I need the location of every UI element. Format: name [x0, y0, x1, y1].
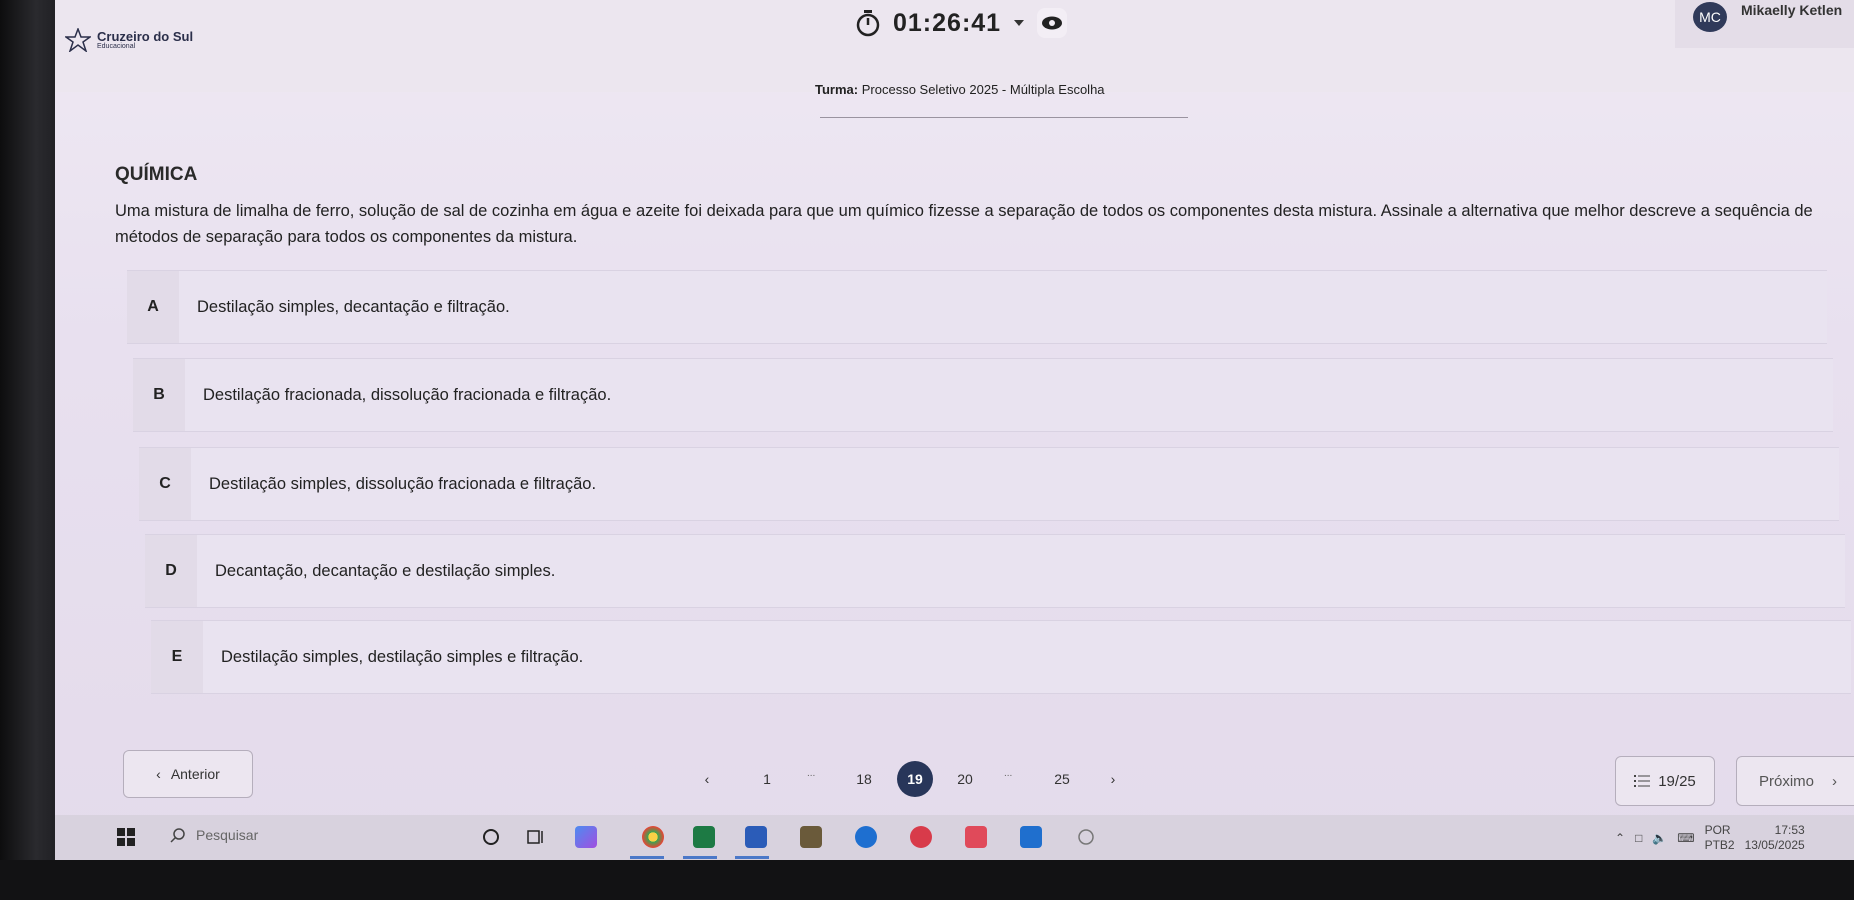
word-icon[interactable]	[745, 826, 767, 848]
page-button[interactable]: 1	[749, 761, 785, 797]
monitor-bezel-bottom	[0, 860, 1854, 900]
monitor-bezel-left	[0, 0, 60, 900]
app-icon[interactable]	[965, 826, 987, 848]
active-app-indicator	[735, 856, 769, 859]
clock-date: 13/05/2025	[1744, 838, 1805, 852]
option-letter: E	[151, 621, 203, 693]
option-e[interactable]: E Destilação simples, destilação simples…	[151, 620, 1851, 694]
option-text: Destilação simples, dissolução fracionad…	[209, 474, 597, 493]
chevron-right-icon: ›	[1832, 772, 1838, 790]
copilot-icon[interactable]	[575, 826, 597, 848]
outlook-icon[interactable]	[1020, 826, 1042, 848]
subject-title: QUÍMICA	[115, 164, 198, 185]
system-tray: ⌃ □ 🔈 ⌨ POR PTB2 17:53 13/05/2025	[1615, 823, 1805, 853]
clock-app-icon[interactable]	[1075, 826, 1097, 848]
previous-label: Anterior	[170, 766, 220, 782]
eye-toggle-button[interactable]	[1037, 8, 1068, 38]
previous-button[interactable]: ‹ Anterior	[123, 750, 253, 798]
page-next-arrow[interactable]: ›	[1095, 761, 1131, 797]
page-button-current[interactable]: 19	[897, 761, 933, 797]
header: Cruzeiro do Sul Educacional 01:26:41 MC …	[55, 0, 1854, 118]
language-indicator[interactable]: POR PTB2	[1705, 823, 1735, 853]
divider	[820, 117, 1188, 118]
option-text: Destilação fracionada, dissolução fracio…	[203, 385, 612, 404]
counter-value: 19/25	[1658, 772, 1696, 790]
chevron-down-icon[interactable]	[1013, 18, 1025, 28]
logo-subtitle: Educacional	[97, 42, 136, 50]
chevron-left-icon: ‹	[704, 771, 710, 787]
active-app-indicator	[630, 856, 664, 859]
network-icon[interactable]: □	[1635, 831, 1642, 845]
next-label: Próximo	[1759, 772, 1815, 790]
app-icon[interactable]	[910, 826, 932, 848]
turma-label: Turma:	[815, 82, 859, 97]
language-top: POR	[1704, 823, 1731, 837]
list-icon	[1634, 775, 1651, 787]
question-text: Uma mistura de limalha de ferro, solução…	[115, 202, 1813, 246]
taskbar-search[interactable]: Pesquisar	[170, 827, 258, 843]
chevron-left-icon: ‹	[156, 766, 161, 782]
option-text: Decantação, decantação e destilação simp…	[215, 561, 556, 580]
user-name: Mikaelly Ketlen	[1741, 2, 1843, 18]
page-prev-arrow[interactable]: ‹	[689, 761, 725, 797]
turma-info: Turma: Processo Seletivo 2025 - Múltipla…	[815, 82, 1105, 97]
option-b[interactable]: B Destilação fracionada, dissolução frac…	[133, 358, 1833, 432]
cortana-icon[interactable]	[480, 826, 502, 848]
logo-name: Cruzeiro do Sul	[97, 28, 194, 44]
logo: Cruzeiro do Sul Educacional	[65, 28, 193, 52]
search-placeholder: Pesquisar	[196, 827, 259, 843]
question-counter[interactable]: 19/25	[1615, 756, 1715, 806]
clock[interactable]: 17:53 13/05/2025	[1745, 823, 1805, 853]
option-c[interactable]: C Destilação simples, dissolução fracion…	[139, 447, 1839, 521]
excel-icon[interactable]	[693, 826, 715, 848]
language-bottom: PTB2	[1704, 838, 1735, 852]
search-icon	[170, 828, 185, 843]
screen: Cruzeiro do Sul Educacional 01:26:41 MC …	[55, 0, 1854, 860]
pagination-ellipsis: ...	[1004, 768, 1013, 779]
page-button[interactable]: 18	[846, 761, 882, 797]
chrome-icon[interactable]	[642, 826, 664, 848]
option-text: Destilação simples, decantação e filtraç…	[197, 297, 510, 316]
page-button[interactable]: 20	[947, 761, 983, 797]
eye-icon	[1042, 16, 1063, 30]
timer: 01:26:41	[855, 8, 1068, 38]
avatar[interactable]: MC	[1693, 2, 1727, 32]
keyboard-icon[interactable]: ⌨	[1677, 831, 1694, 845]
option-letter: B	[133, 359, 185, 431]
option-d[interactable]: D Decantação, decantação e destilação si…	[145, 534, 1845, 608]
pagination-ellipsis: ...	[807, 768, 816, 779]
star-logo-icon	[65, 28, 91, 52]
option-text: Destilação simples, destilação simples e…	[221, 647, 584, 666]
active-app-indicator	[683, 856, 717, 859]
file-explorer-icon[interactable]	[800, 826, 822, 848]
clock-time: 17:53	[1774, 823, 1805, 837]
page-button[interactable]: 25	[1044, 761, 1080, 797]
user-menu[interactable]: MC Mikaelly Ketlen	[1675, 0, 1854, 48]
volume-icon[interactable]: 🔈	[1652, 831, 1667, 845]
windows-start-icon[interactable]	[117, 828, 135, 846]
option-letter: A	[127, 271, 179, 343]
option-a[interactable]: A Destilação simples, decantação e filtr…	[127, 270, 1827, 344]
edge-icon[interactable]	[855, 826, 877, 848]
stopwatch-icon	[856, 10, 880, 37]
next-button[interactable]: Próximo ›	[1736, 756, 1854, 806]
timer-value: 01:26:41	[893, 8, 1002, 37]
option-letter: D	[145, 535, 197, 607]
turma-value: Processo Seletivo 2025 - Múltipla Escolh…	[861, 82, 1105, 97]
chevron-right-icon: ›	[1110, 771, 1116, 787]
option-letter: C	[139, 448, 191, 520]
task-view-icon[interactable]	[525, 826, 547, 848]
taskbar: Pesquisar ⌃ □ 🔈 ⌨ POR PTB2 17:53 13/05/2…	[55, 815, 1854, 860]
chevron-up-icon[interactable]: ⌃	[1615, 831, 1625, 845]
